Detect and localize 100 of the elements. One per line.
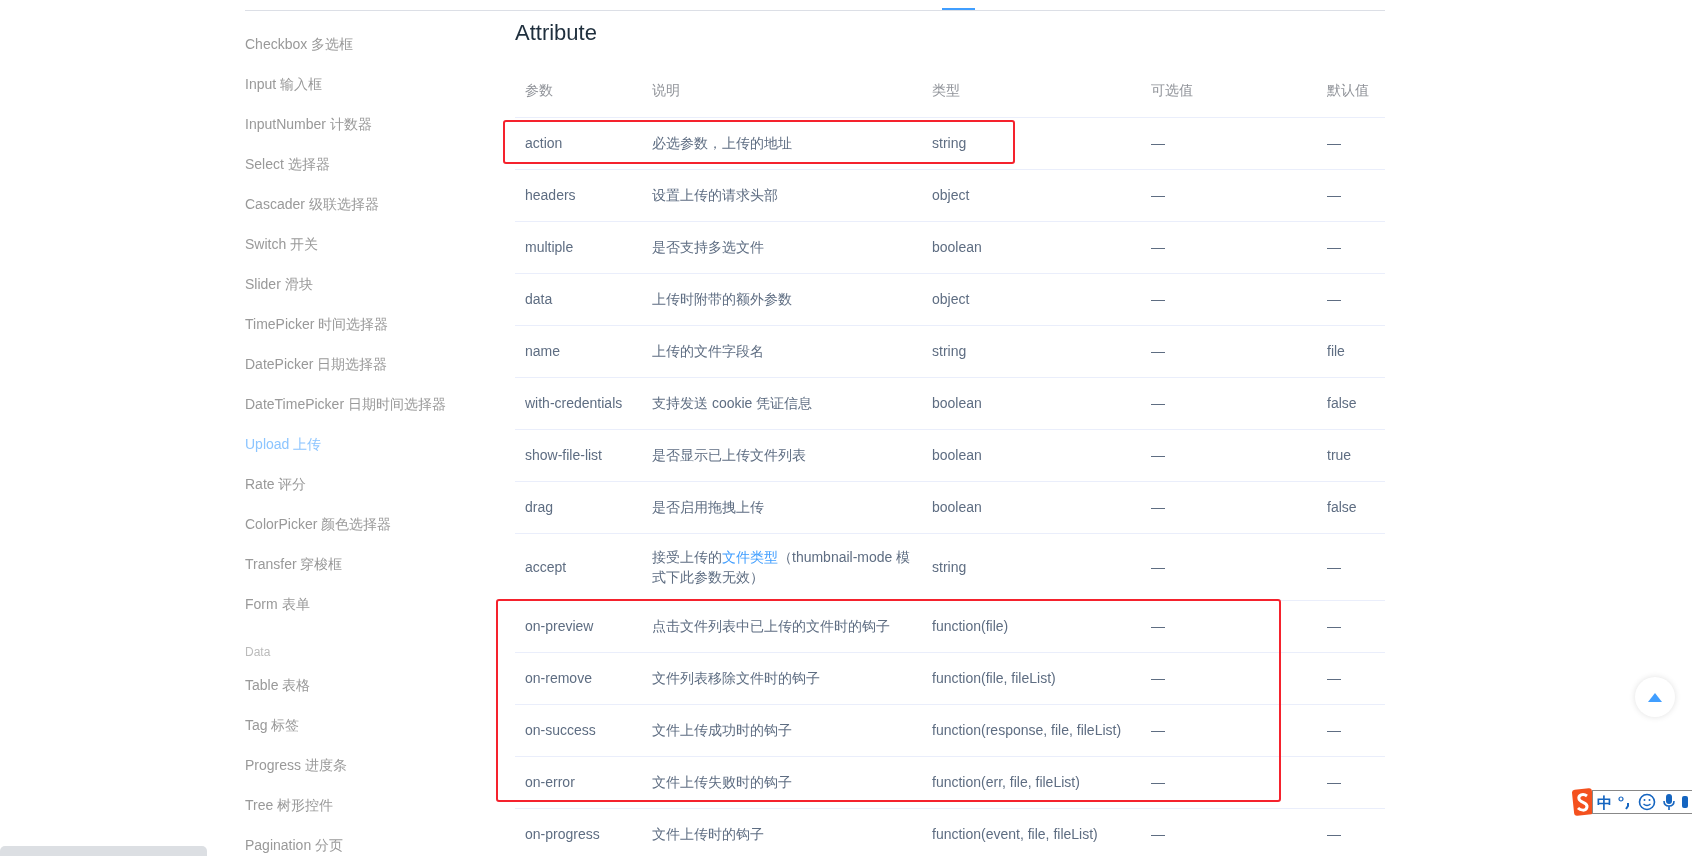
table-cell: — <box>1317 808 1385 856</box>
ime-logo-icon[interactable] <box>1572 788 1594 816</box>
table-cell: function(event, file, fileList) <box>922 808 1141 856</box>
table-cell: — <box>1141 481 1317 533</box>
table-cell: multiple <box>515 221 642 273</box>
sidebar-item[interactable]: Cascader 级联选择器 <box>245 184 379 224</box>
table-cell: 是否启用拖拽上传 <box>642 481 922 533</box>
sidebar-item[interactable]: Tree 树形控件 <box>245 785 334 825</box>
table-cell: with-credentials <box>515 377 642 429</box>
table-cell: function(response, file, fileList) <box>922 704 1141 756</box>
table-cell: — <box>1317 117 1385 169</box>
table-cell: — <box>1141 704 1317 756</box>
table-cell: — <box>1317 221 1385 273</box>
sidebar-item[interactable]: Progress 进度条 <box>245 745 347 785</box>
table-cell: 文件上传时的钩子 <box>642 808 922 856</box>
table-cell: 设置上传的请求头部 <box>642 169 922 221</box>
table-cell: headers <box>515 169 642 221</box>
table-cell: — <box>1317 756 1385 808</box>
caret-up-icon <box>1648 692 1662 702</box>
sidebar-item[interactable]: Form 表单 <box>245 584 310 624</box>
table-cell: data <box>515 273 642 325</box>
sidebar-item[interactable]: Input 输入框 <box>245 64 323 104</box>
table-cell: on-preview <box>515 600 642 652</box>
table-cell: — <box>1317 533 1385 600</box>
table-cell: false <box>1317 481 1385 533</box>
table-cell: boolean <box>922 429 1141 481</box>
table-cell: 文件上传成功时的钩子 <box>642 704 922 756</box>
punctuation-icon[interactable] <box>1618 794 1632 810</box>
link[interactable]: 文件类型 <box>722 548 778 565</box>
table-cell: — <box>1141 117 1317 169</box>
table-cell: on-remove <box>515 652 642 704</box>
sidebar-item[interactable]: InputNumber 计数器 <box>245 104 372 144</box>
sidebar-item[interactable]: DateTimePicker 日期时间选择器 <box>245 384 446 424</box>
table-cell: function(file, fileList) <box>922 652 1141 704</box>
sidebar-item[interactable]: Table 表格 <box>245 665 311 705</box>
table-cell: 支持发送 cookie 凭证信息 <box>642 377 922 429</box>
sidebar-item[interactable]: Rate 评分 <box>245 464 307 504</box>
table-cell: — <box>1141 221 1317 273</box>
sidebar-item[interactable]: Select 选择器 <box>245 144 330 184</box>
toolbar-icon[interactable] <box>1682 794 1688 810</box>
table-cell: file <box>1317 325 1385 377</box>
table-cell: — <box>1141 429 1317 481</box>
sidebar-item[interactable]: Switch 开关 <box>245 224 319 264</box>
table-cell: boolean <box>922 481 1141 533</box>
table-cell: 接受上传的文件类型（thumbnail-mode 模式下此参数无效） <box>642 533 922 600</box>
column-header: 默认值 <box>1317 65 1385 117</box>
sidebar-group-label: Data <box>245 644 271 661</box>
sidebar-item[interactable]: Transfer 穿梭框 <box>245 544 343 584</box>
back-to-top-button[interactable] <box>1635 677 1675 717</box>
table-cell: 上传的文件字段名 <box>642 325 922 377</box>
active-tab-indicator <box>942 8 975 10</box>
input-mode-toggle[interactable]: 中 <box>1597 794 1612 810</box>
table-cell: — <box>1141 756 1317 808</box>
column-header: 类型 <box>922 65 1141 117</box>
table-cell: — <box>1317 652 1385 704</box>
table-cell: — <box>1141 169 1317 221</box>
sidebar-item[interactable]: Tag 标签 <box>245 705 300 745</box>
table-cell: accept <box>515 533 642 600</box>
table-cell: — <box>1317 273 1385 325</box>
sidebar-item[interactable]: Upload 上传 <box>245 424 322 464</box>
sidebar-item[interactable]: Slider 滑块 <box>245 264 313 304</box>
scrollbar-thumb[interactable] <box>0 846 207 856</box>
table-cell: 必选参数，上传的地址 <box>642 117 922 169</box>
table-cell: false <box>1317 377 1385 429</box>
table-cell: show-file-list <box>515 429 642 481</box>
table-cell: on-error <box>515 756 642 808</box>
section-title: Attribute <box>515 19 598 47</box>
table-cell: 是否显示已上传文件列表 <box>642 429 922 481</box>
table-cell: name <box>515 325 642 377</box>
table-cell: string <box>922 325 1141 377</box>
table-cell: action <box>515 117 642 169</box>
microphone-icon[interactable] <box>1662 793 1676 811</box>
table-cell: string <box>922 117 1141 169</box>
table-cell: drag <box>515 481 642 533</box>
table-cell: 上传时附带的额外参数 <box>642 273 922 325</box>
table-cell: — <box>1141 652 1317 704</box>
sidebar-item[interactable]: ColorPicker 颜色选择器 <box>245 504 392 544</box>
sidebar-item[interactable]: Pagination 分页 <box>245 825 344 856</box>
table-cell: boolean <box>922 221 1141 273</box>
table-cell: — <box>1317 704 1385 756</box>
sidebar-item[interactable]: DatePicker 日期选择器 <box>245 344 388 384</box>
table-cell: on-progress <box>515 808 642 856</box>
table-cell: 点击文件列表中已上传的文件时的钩子 <box>642 600 922 652</box>
sidebar-item[interactable]: Checkbox 多选框 <box>245 24 354 64</box>
sidebar-item[interactable]: TimePicker 时间选择器 <box>245 304 389 344</box>
table-cell: string <box>922 533 1141 600</box>
table-cell: — <box>1317 169 1385 221</box>
table-cell: function(err, file, fileList) <box>922 756 1141 808</box>
table-cell: 文件上传失败时的钩子 <box>642 756 922 808</box>
table-cell: on-success <box>515 704 642 756</box>
table-cell: — <box>1317 600 1385 652</box>
table-cell: object <box>922 169 1141 221</box>
emoji-icon[interactable] <box>1638 793 1656 811</box>
table-cell: — <box>1141 325 1317 377</box>
column-header: 可选值 <box>1141 65 1317 117</box>
table-cell: — <box>1141 600 1317 652</box>
table-cell: — <box>1141 808 1317 856</box>
column-header: 参数 <box>515 65 642 117</box>
table-cell: boolean <box>922 377 1141 429</box>
table-cell: 文件列表移除文件时的钩子 <box>642 652 922 704</box>
